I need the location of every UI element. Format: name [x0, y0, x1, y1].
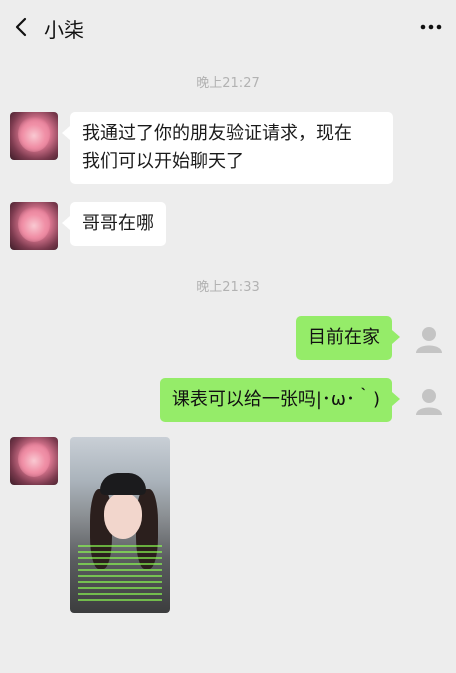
ellipsis-icon[interactable]: [420, 24, 442, 30]
chat-header: 小柒: [0, 0, 456, 54]
message-text-line: 我通过了你的朋友验证请求，现在: [82, 123, 352, 144]
user-avatar-icon[interactable]: [414, 386, 444, 416]
contact-avatar[interactable]: [10, 202, 58, 250]
chevron-left-icon[interactable]: [12, 16, 32, 38]
contact-avatar[interactable]: [10, 112, 58, 160]
message-bubble-outgoing[interactable]: 课表可以给一张吗|･ω･｀): [159, 378, 401, 422]
message-text: 哥哥在哪: [82, 213, 154, 234]
image-message[interactable]: [70, 437, 170, 613]
message-bubble-incoming[interactable]: 哥哥在哪: [62, 202, 166, 246]
message-text: 目前在家: [308, 327, 380, 348]
user-avatar-icon[interactable]: [414, 324, 444, 354]
message-timestamp: 晚上21:33: [196, 280, 260, 295]
contact-avatar[interactable]: [10, 437, 58, 485]
message-text-line: 我们可以开始聊天了: [82, 151, 244, 172]
message-timestamp: 晚上21:27: [196, 76, 260, 91]
message-bubble-incoming[interactable]: 我通过了你的朋友验证请求，现在 我们可以开始聊天了: [62, 112, 393, 184]
message-text: 课表可以给一张吗|･ω･｀): [171, 389, 380, 410]
chat-title: 小柒: [44, 18, 84, 42]
message-bubble-outgoing[interactable]: 目前在家: [296, 316, 400, 360]
